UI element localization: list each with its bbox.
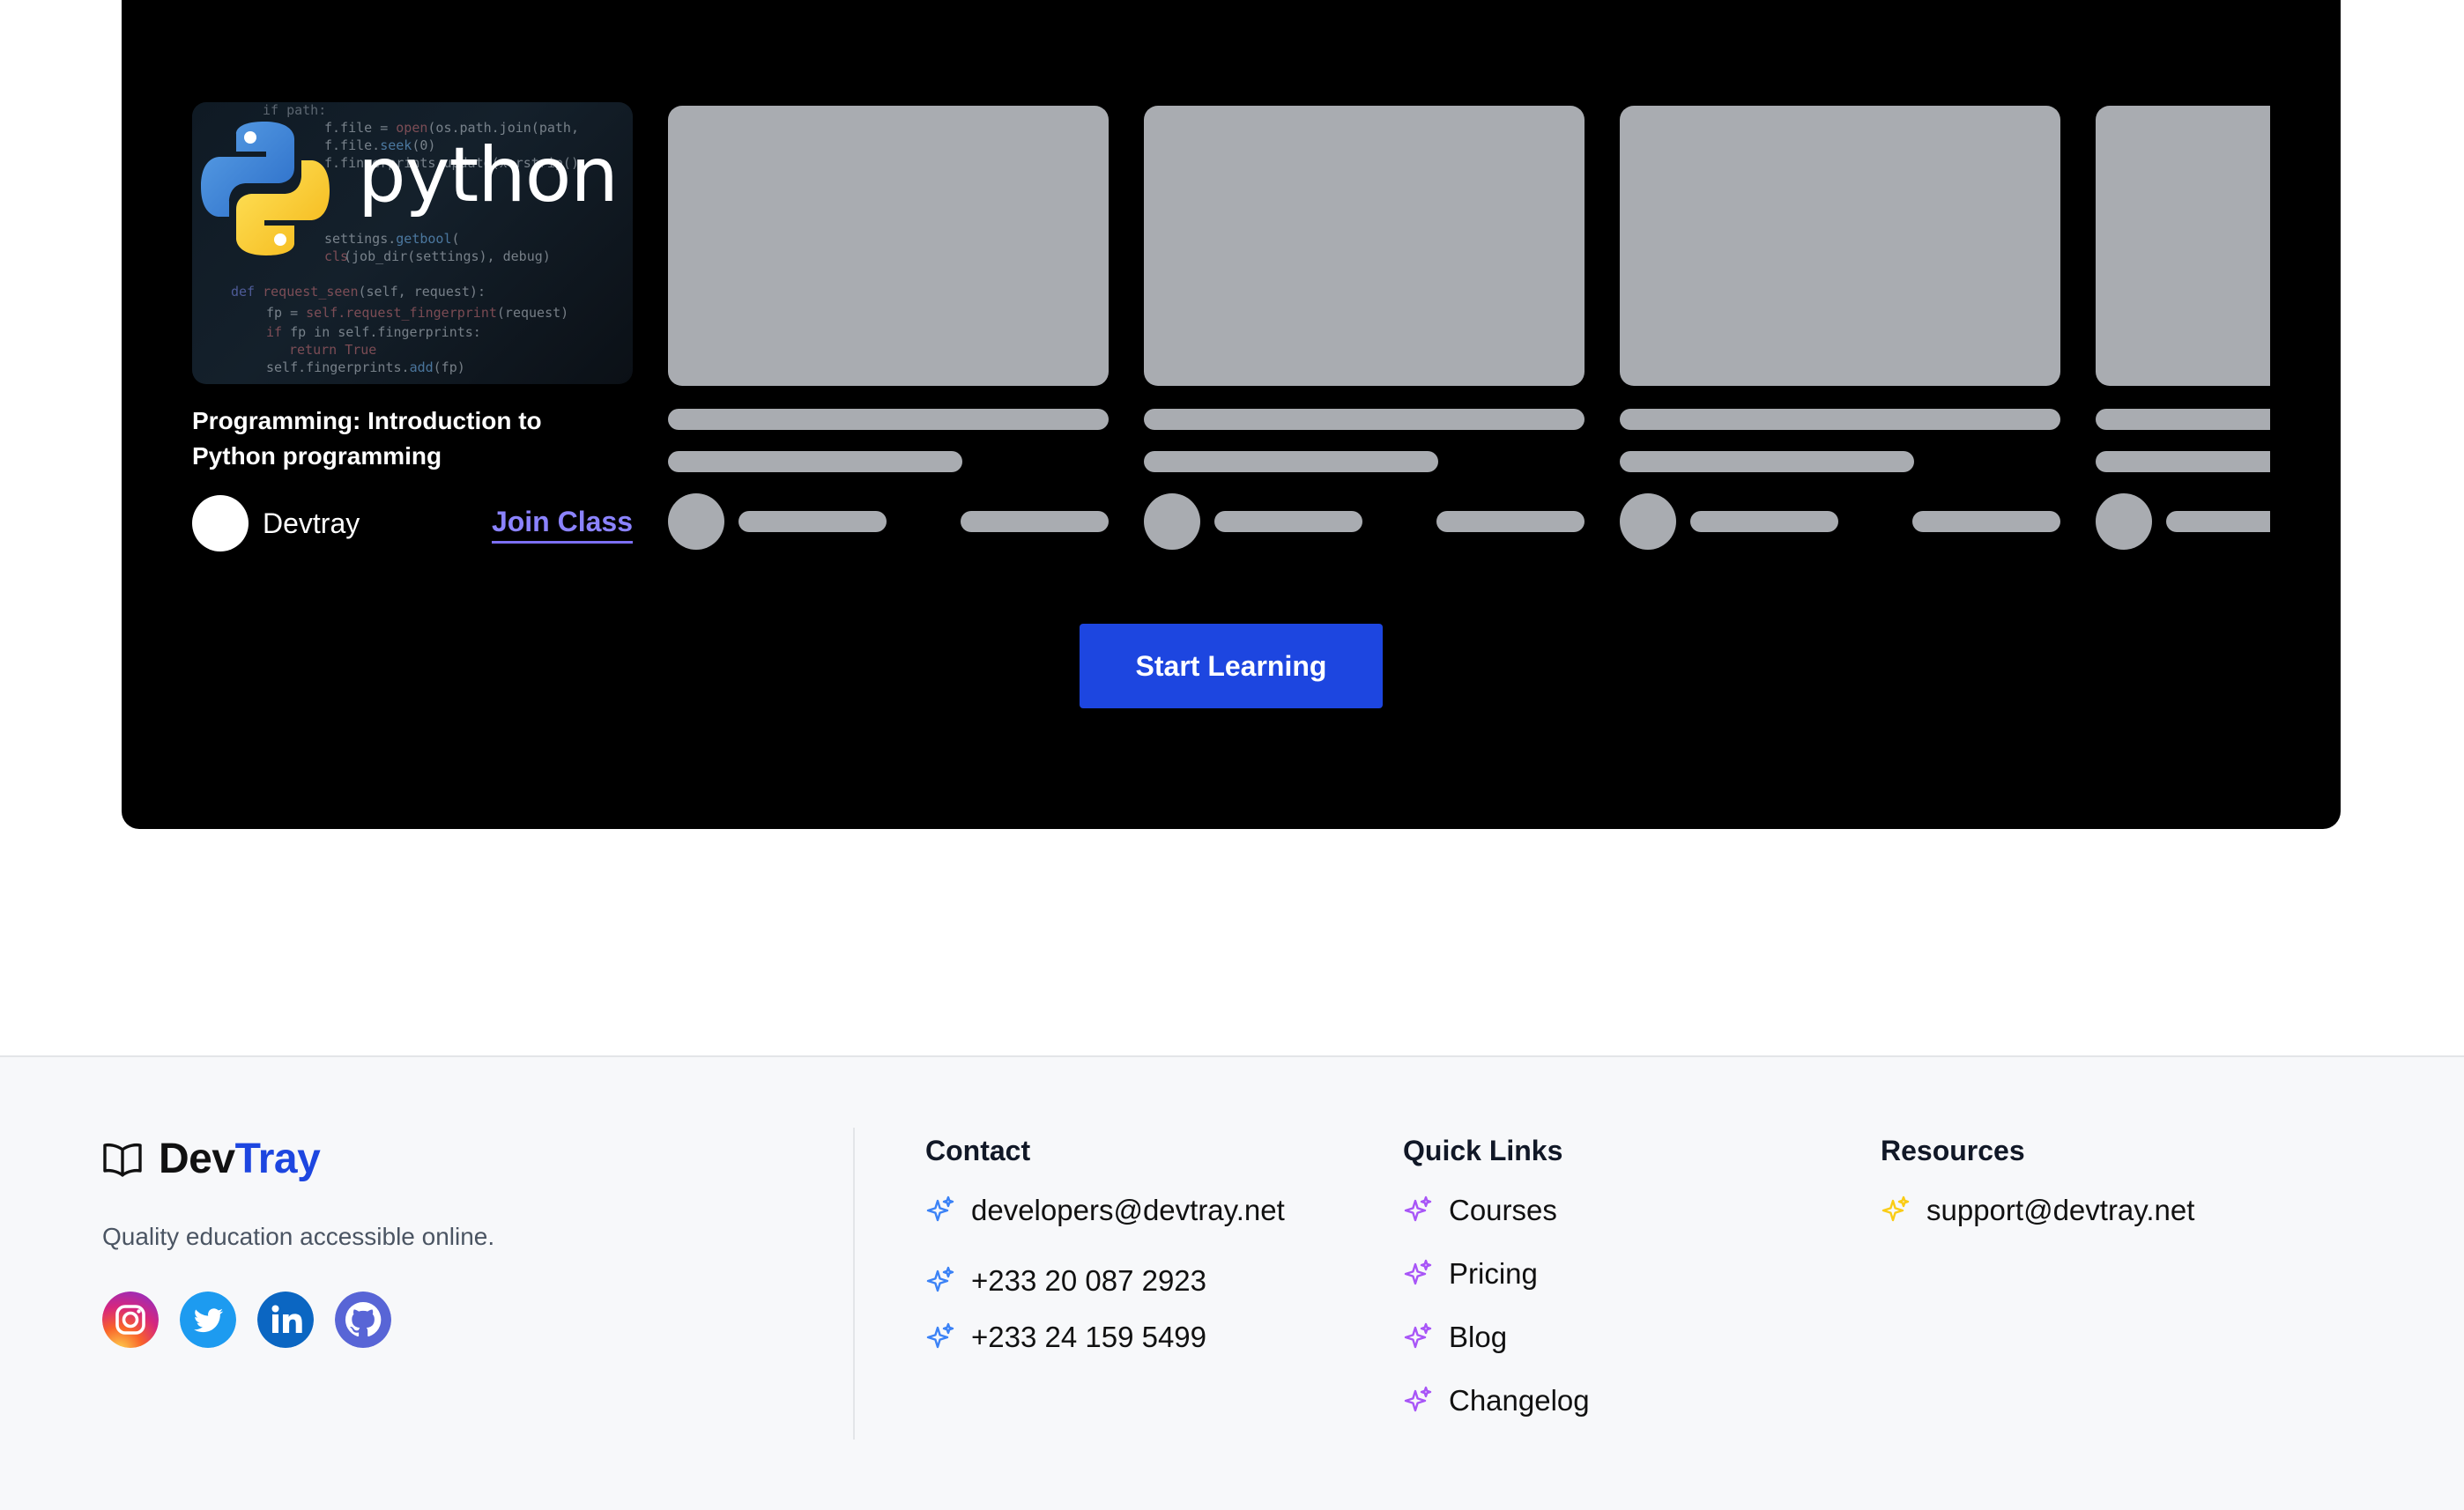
course-card-skeleton: [2096, 102, 2270, 560]
svg-text:if path:: if path:: [263, 102, 326, 118]
contact-email[interactable]: developers@devtray.net: [925, 1193, 1285, 1228]
resources-heading: Resources: [1881, 1135, 2025, 1166]
footer-quick-links-column: Quick Links Courses Pricing Blog Changel…: [1403, 1133, 1773, 1417]
skeleton-avatar: [2096, 493, 2152, 550]
footer-resources-column: Resources support@devtray.net: [1881, 1133, 2304, 1226]
svg-text:fp = self.request_fingerprint(: fp = self.request_fingerprint(request): [266, 305, 568, 321]
instagram-icon[interactable]: [102, 1292, 159, 1348]
sparkles-icon: [1404, 1386, 1432, 1412]
brand-name-part1: Dev: [159, 1136, 235, 1182]
skeleton-avatar: [1620, 493, 1676, 550]
sparkles-icon: [926, 1195, 954, 1222]
python-wordmark: python: [358, 131, 619, 219]
twitter-icon[interactable]: [180, 1292, 236, 1348]
skeleton-author-line: [2166, 511, 2270, 532]
brand-name-part2: Tray: [234, 1136, 321, 1182]
skeleton-avatar: [1144, 493, 1200, 550]
course-title: Programming: Introduction to Python prog…: [192, 407, 542, 470]
sparkles-icon: [1881, 1195, 1910, 1222]
contact-phone[interactable]: +233 20 087 2923: [925, 1263, 1206, 1299]
author-avatar: [192, 495, 249, 551]
course-carousel: if path: f.file = open(os.path.join(path…: [192, 102, 2270, 560]
quick-link-label: Pricing: [1449, 1257, 1538, 1290]
skeleton-subtitle-line: [1144, 451, 1438, 472]
course-card-python[interactable]: if path: f.file = open(os.path.join(path…: [192, 102, 633, 560]
sparkles-icon: [1404, 1195, 1432, 1222]
quick-link-pricing[interactable]: Pricing: [1403, 1256, 1538, 1292]
svg-text:if fp in self.fingerprints:: if fp in self.fingerprints:: [266, 324, 481, 340]
svg-text:def request_seen(self, request: def request_seen(self, request):: [231, 284, 486, 300]
python-logo-icon: [201, 122, 330, 255]
skeleton-title-line: [668, 409, 1109, 430]
contact-email-text: developers@devtray.net: [971, 1194, 1285, 1226]
quick-link-blog[interactable]: Blog: [1403, 1320, 1507, 1355]
social-links: [102, 1292, 391, 1348]
footer-contact-column: Contact developers@devtray.net +233 20 0…: [925, 1133, 1348, 1353]
course-thumbnail: if path: f.file = open(os.path.join(path…: [192, 102, 633, 384]
quick-link-courses[interactable]: Courses: [1403, 1193, 1557, 1228]
sparkles-icon: [926, 1322, 954, 1349]
quick-link-label: Courses: [1449, 1194, 1557, 1226]
skeleton-author-line: [738, 511, 887, 532]
skeleton-action-line: [1912, 511, 2060, 532]
sparkles-icon: [926, 1266, 954, 1292]
quick-link-label: Changelog: [1449, 1384, 1590, 1417]
skeleton-avatar: [668, 493, 724, 550]
svg-text:return True: return True: [289, 342, 376, 358]
sparkles-icon: [1404, 1259, 1432, 1285]
svg-text:(job_dir(settings), debug): (job_dir(settings), debug): [344, 248, 551, 264]
brand-name: DevTray: [159, 1135, 321, 1183]
footer-brand[interactable]: DevTray: [102, 1135, 321, 1183]
book-open-icon: [103, 1143, 142, 1177]
skeleton-action-line: [961, 511, 1109, 532]
skeleton-subtitle-line: [1620, 451, 1914, 472]
course-card-skeleton: [668, 102, 1109, 560]
skeleton-title-line: [1144, 409, 1585, 430]
quick-links-heading: Quick Links: [1403, 1135, 1563, 1166]
contact-phone[interactable]: +233 24 159 5499: [925, 1320, 1206, 1355]
start-learning-button[interactable]: Start Learning: [1080, 624, 1383, 708]
course-card-skeleton: [1620, 102, 2060, 560]
skeleton-thumbnail: [1144, 106, 1585, 386]
sparkles-icon: [1404, 1322, 1432, 1349]
skeleton-action-line: [1436, 511, 1585, 532]
contact-heading: Contact: [925, 1135, 1031, 1166]
skeleton-title-line: [1620, 409, 2060, 430]
support-email[interactable]: support@devtray.net: [1881, 1193, 2194, 1228]
course-card-skeleton: [1144, 102, 1585, 560]
join-class-link[interactable]: Join Class: [491, 506, 633, 544]
skeleton-subtitle-line: [2096, 451, 2270, 472]
contact-phone-text: +233 24 159 5499: [971, 1321, 1207, 1353]
site-footer: DevTray Quality education accessible onl…: [0, 1055, 2464, 1510]
contact-phone-text: +233 20 087 2923: [971, 1264, 1207, 1297]
svg-text:self.fingerprints.add(fp): self.fingerprints.add(fp): [266, 359, 465, 375]
footer-tagline: Quality education accessible online.: [102, 1223, 495, 1250]
skeleton-thumbnail: [2096, 106, 2270, 386]
author-name: Devtray: [263, 507, 360, 539]
support-email-text: support@devtray.net: [1926, 1194, 2195, 1226]
courses-section: if path: f.file = open(os.path.join(path…: [122, 0, 2341, 829]
github-icon[interactable]: [335, 1292, 391, 1348]
skeleton-thumbnail: [1620, 106, 2060, 386]
skeleton-author-line: [1214, 511, 1362, 532]
linkedin-icon[interactable]: [257, 1292, 314, 1348]
skeleton-thumbnail: [668, 106, 1109, 386]
footer-divider: [853, 1128, 855, 1440]
quick-link-changelog[interactable]: Changelog: [1403, 1383, 1590, 1418]
skeleton-title-line: [2096, 409, 2270, 430]
quick-link-label: Blog: [1449, 1321, 1508, 1353]
skeleton-subtitle-line: [668, 451, 962, 472]
svg-text:settings.getbool(: settings.getbool(: [324, 231, 460, 247]
skeleton-author-line: [1690, 511, 1838, 532]
